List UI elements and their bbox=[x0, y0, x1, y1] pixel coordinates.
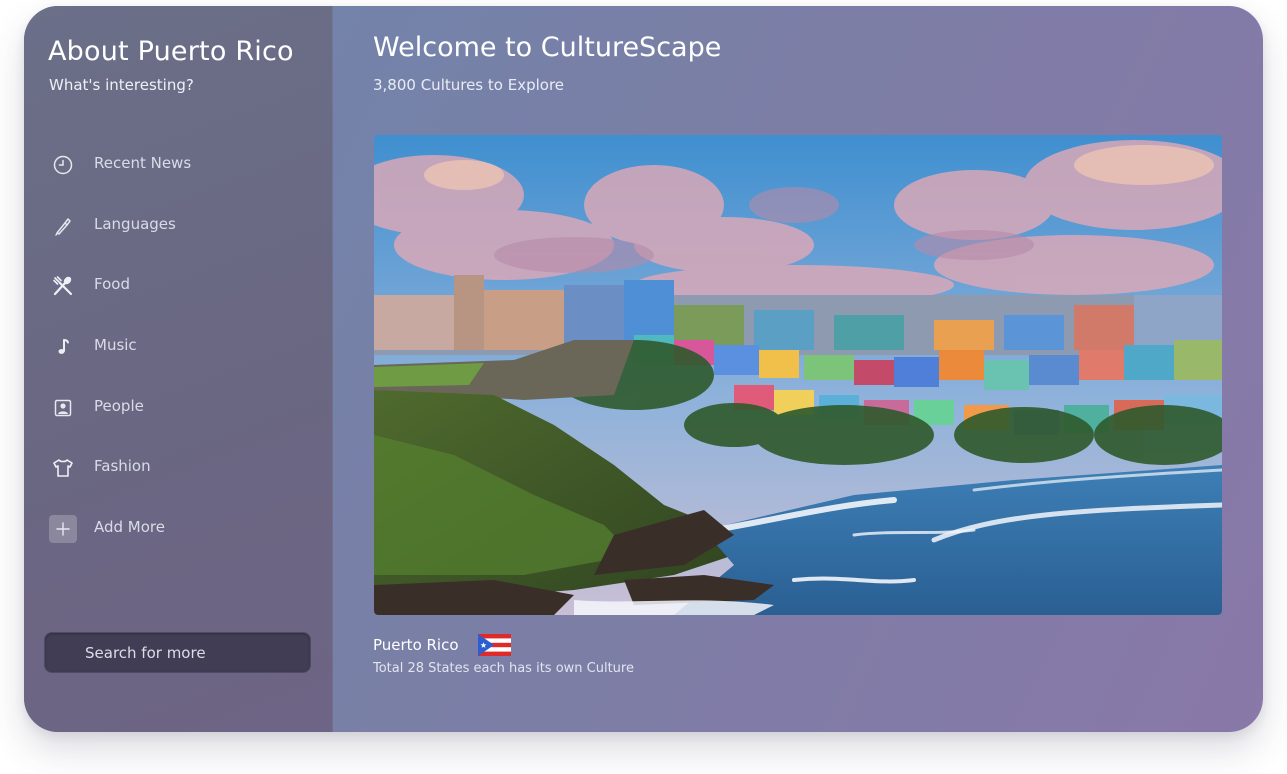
hero-image[interactable] bbox=[374, 135, 1222, 615]
search-input[interactable] bbox=[45, 633, 310, 672]
add-more-box bbox=[49, 515, 77, 544]
sidebar: About Puerto Rico What's interesting? Re… bbox=[24, 6, 333, 732]
page-title: Welcome to CultureScape bbox=[373, 32, 722, 63]
puerto-rico-flag-icon bbox=[477, 634, 511, 656]
sidebar-item-recent-news[interactable]: Recent News bbox=[46, 144, 306, 205]
utensils-icon bbox=[48, 271, 78, 301]
music-note-icon bbox=[48, 332, 78, 362]
caption-row: Puerto Rico bbox=[373, 633, 511, 657]
sidebar-nav: Recent News Languages Food Music People … bbox=[46, 144, 306, 569]
sidebar-item-people[interactable]: People bbox=[46, 387, 306, 448]
sidebar-title: About Puerto Rico bbox=[48, 36, 294, 67]
sidebar-item-label: Add More bbox=[94, 518, 165, 537]
sidebar-subtitle: What's interesting? bbox=[49, 76, 194, 94]
sidebar-item-languages[interactable]: Languages bbox=[46, 205, 306, 266]
person-portrait-icon bbox=[48, 393, 78, 423]
shirt-icon bbox=[48, 453, 78, 483]
sidebar-item-fashion[interactable]: Fashion bbox=[46, 447, 306, 508]
sidebar-item-label: Food bbox=[94, 275, 130, 294]
plus-icon bbox=[48, 514, 78, 544]
sidebar-item-food[interactable]: Food bbox=[46, 265, 306, 326]
search-field[interactable] bbox=[44, 632, 311, 673]
sidebar-item-label: Music bbox=[94, 336, 137, 355]
pen-icon bbox=[48, 211, 78, 241]
sidebar-item-add-more[interactable]: Add More bbox=[46, 508, 306, 569]
sidebar-item-label: People bbox=[94, 396, 144, 415]
page-subtitle: 3,800 Cultures to Explore bbox=[373, 76, 565, 94]
caption-subtitle: Total 28 States each has its own Culture bbox=[373, 661, 634, 676]
caption-title: Puerto Rico bbox=[373, 636, 459, 654]
sidebar-item-label: Languages bbox=[94, 214, 176, 233]
app-window: About Puerto Rico What's interesting? Re… bbox=[24, 6, 1263, 732]
sidebar-item-music[interactable]: Music bbox=[46, 326, 306, 387]
sidebar-item-label: Fashion bbox=[94, 457, 151, 476]
sidebar-item-label: Recent News bbox=[94, 154, 192, 172]
clock-icon bbox=[48, 150, 78, 180]
